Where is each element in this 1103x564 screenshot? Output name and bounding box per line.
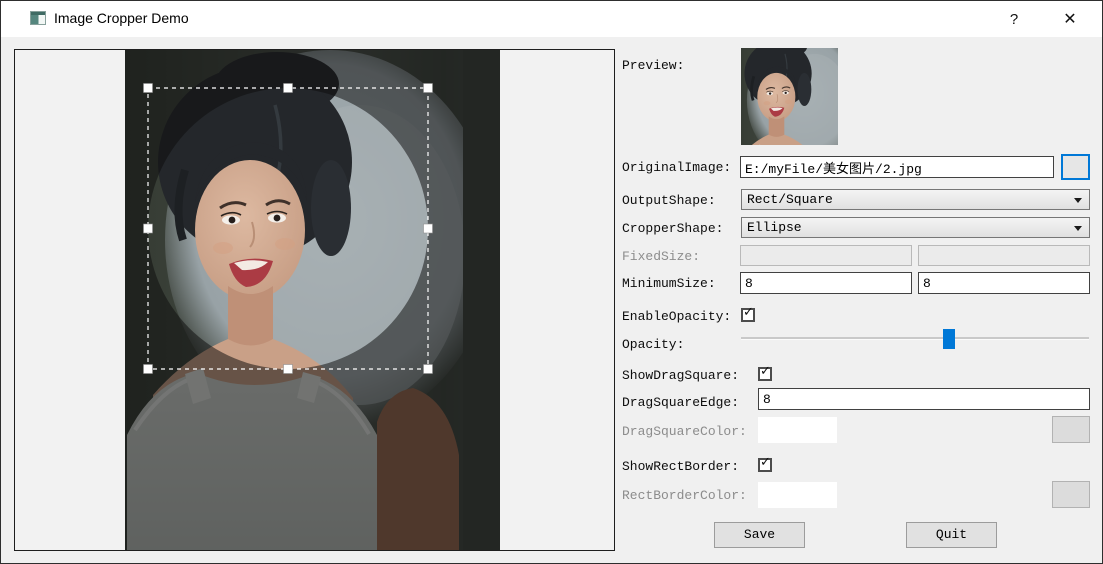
dropdown-arrow-icon [1074,198,1082,203]
drag-square-color-button[interactable] [1052,416,1090,443]
cropper-shape-select[interactable]: Ellipse [741,217,1090,238]
fixed-size-height-input [918,245,1090,266]
show-rect-border-checkbox[interactable]: ✓ [758,458,772,472]
browse-button[interactable] [1061,154,1090,180]
checkmark-icon: ✓ [760,455,771,470]
drag-square-edge-label: DragSquareEdge: [622,395,739,410]
rect-border-color-swatch [758,482,837,508]
opacity-slider-handle[interactable] [943,329,955,349]
checkmark-icon: ✓ [743,305,754,320]
drag-square-color-swatch [758,417,837,443]
quit-button[interactable]: Quit [906,522,997,548]
drag-square-color-label: DragSquareColor: [622,424,747,439]
preview-image [741,48,838,145]
save-button[interactable]: Save [714,522,805,548]
crop-drag-handle[interactable] [284,84,293,93]
output-shape-label: OutputShape: [622,193,716,208]
output-shape-select[interactable]: Rect/Square [741,189,1090,210]
opacity-label: Opacity: [622,337,684,352]
minimum-size-label: MinimumSize: [622,276,716,291]
crop-drag-handle[interactable] [284,365,293,374]
opacity-slider[interactable] [741,329,1089,349]
crop-drag-handle[interactable] [424,84,433,93]
rect-border-color-button[interactable] [1052,481,1090,508]
crop-drag-handle[interactable] [424,365,433,374]
crop-drag-handle[interactable] [144,84,153,93]
cropper-shape-label: CropperShape: [622,221,723,236]
fixed-size-width-input [740,245,912,266]
crop-drag-handle[interactable] [424,224,433,233]
title-bar: Image Cropper Demo ? ✕ [1,1,1102,37]
fixed-size-label: FixedSize: [622,249,700,264]
minimum-size-height-input[interactable] [918,272,1090,294]
rect-border-color-label: RectBorderColor: [622,488,747,503]
enable-opacity-label: EnableOpacity: [622,309,731,324]
photo-container [125,50,500,550]
opacity-slider-track[interactable] [741,337,1089,339]
app-window: Image Cropper Demo ? ✕ [0,0,1103,564]
minimum-size-width-input[interactable] [740,272,912,294]
original-image-label: OriginalImage: [622,160,731,175]
help-button[interactable]: ? [997,8,1031,32]
preview-label: Preview: [622,58,684,73]
window-title: Image Cropper Demo [54,10,189,26]
output-shape-value: Rect/Square [747,192,833,207]
crop-drag-handle[interactable] [144,365,153,374]
crop-drag-handle[interactable] [144,224,153,233]
dropdown-arrow-icon [1074,226,1082,231]
show-drag-square-checkbox[interactable]: ✓ [758,367,772,381]
show-rect-border-label: ShowRectBorder: [622,459,739,474]
crop-ellipse-region[interactable] [148,88,428,369]
drag-square-edge-input[interactable] [758,388,1090,410]
app-icon [30,11,46,25]
cropper-shape-value: Ellipse [747,220,802,235]
show-drag-square-label: ShowDragSquare: [622,368,739,383]
cropper-canvas [125,50,500,550]
enable-opacity-checkbox[interactable]: ✓ [741,308,755,322]
close-button[interactable]: ✕ [1053,8,1087,32]
checkmark-icon: ✓ [760,364,771,379]
original-image-input[interactable] [740,156,1054,178]
image-frame [14,49,615,551]
